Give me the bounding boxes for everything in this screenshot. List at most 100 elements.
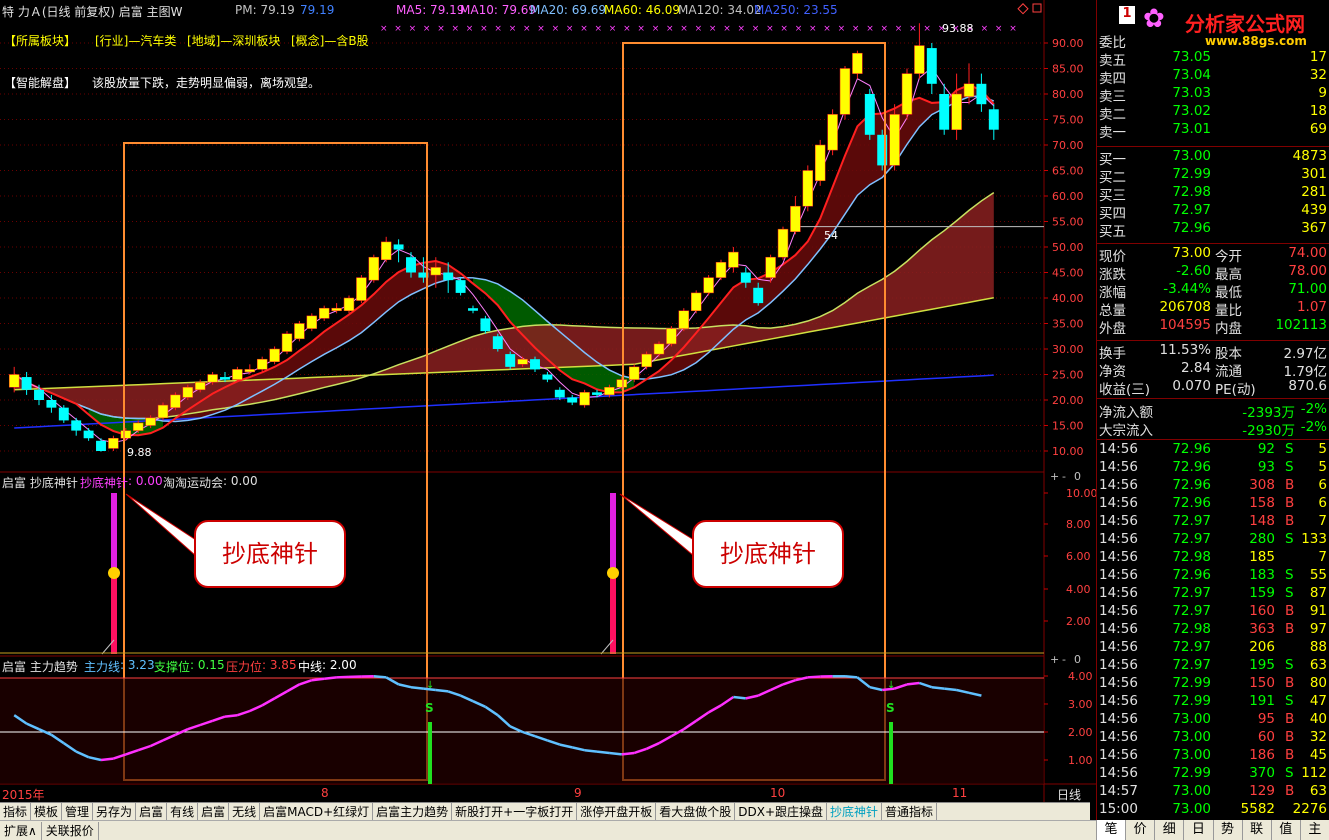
tick-row-13: 14:56 72.99 150 B 80 [1097, 675, 1329, 693]
low-price-label: 9.88 [127, 446, 152, 459]
industry-tag[interactable]: [行业]—汽车类 [95, 32, 176, 49]
analysis-text: 该股放量下跌，走势明显偏弱，离场观望。 [92, 76, 321, 90]
tick-row-8-cell: 159 [1249, 585, 1275, 601]
tick-row-10-cell: 72.98 [1172, 621, 1211, 637]
tick-row-11: 14:56 72.97 206 88 [1097, 639, 1329, 657]
y-tick-label: 25.00 [1052, 369, 1084, 382]
toolbar2-btn-1[interactable]: 关联报价 [42, 821, 99, 840]
fund-row-1-cell: 流通 [1215, 364, 1242, 380]
candle-body [579, 392, 590, 406]
tab-1[interactable]: 价 [1125, 820, 1154, 840]
concept-tag[interactable]: [概念]—含B股 [291, 32, 369, 49]
toolbar-btn-5[interactable]: 有线 [167, 802, 199, 821]
analysis-label: 【智能解盘】 [4, 76, 77, 90]
toolbar-btn-1[interactable]: 模板 [31, 802, 63, 821]
x-marker: × [795, 24, 803, 34]
fund-row-2-cell: 0.070 [1172, 378, 1211, 394]
period-label[interactable]: 日线 [1057, 786, 1081, 803]
tick-row-0: 14:56 72.96 92 S 5 [1097, 441, 1329, 459]
quote-row-1-cell: 涨跌 [1099, 267, 1126, 283]
separator [1097, 243, 1329, 244]
tick-row-2-cell: 14:56 [1099, 477, 1138, 493]
tab-5[interactable]: 联 [1241, 820, 1271, 840]
tab-7[interactable]: 主 [1299, 820, 1329, 840]
tick-row-11-cell: 88 [1309, 639, 1327, 655]
toolbar-btn-0[interactable]: 指标 [0, 802, 32, 821]
s-mark-1-bar [428, 722, 432, 784]
tick-row-4-cell: 14:56 [1099, 513, 1138, 529]
tick-row-14-cell: 72.99 [1172, 693, 1211, 709]
y-tick-label: 50.00 [1052, 241, 1084, 254]
tick-row-3-cell: 14:56 [1099, 495, 1138, 511]
tick-row-4-cell: B [1285, 513, 1295, 529]
toolbar-btn-3[interactable]: 另存为 [93, 802, 137, 821]
candle-body [455, 280, 466, 293]
tab-6[interactable]: 值 [1270, 820, 1300, 840]
tab-0[interactable]: 笔 [1096, 820, 1126, 840]
tick-row-6-cell: 72.98 [1172, 549, 1211, 565]
x-marker: × [909, 24, 917, 34]
sub2-l1: 主力线 [84, 660, 121, 674]
tick-row-4: 14:56 72.97 148 B 7 [1097, 513, 1329, 531]
ma250-label: MA250: 23.55 [754, 3, 838, 17]
toolbar-btn-10[interactable]: 新股打开+一字板打开 [452, 802, 578, 821]
sub2-v4: : 2.00 [322, 658, 357, 672]
buy-row-3: 买四 72.97 439 [1097, 202, 1329, 222]
sig1-top [111, 493, 117, 573]
toolbar-btn-4[interactable]: 启富 [136, 802, 168, 821]
candle-body [406, 257, 416, 273]
candle-body [827, 114, 838, 151]
kline-chart[interactable]: 90.00 85.00 80.00 75.00 70.00 65.00 60.00 55.00… [0, 0, 1096, 802]
sell-row-0-cell: 卖五 [1099, 53, 1126, 69]
sell-row-2-cell: 9 [1318, 85, 1327, 101]
buy-row-1-cell: 买二 [1099, 170, 1126, 186]
annotation-bubble-1: 抄底神针 [194, 520, 346, 588]
tick-row-0-cell: 14:56 [1099, 441, 1138, 457]
indicator-toolbar: 指标 模板 管理 另存为 启富 有线 启富 无线 启富MACD+红绿灯 启富主力趋势 新股打开+一字… [0, 802, 1090, 821]
x-marker: × [723, 24, 731, 34]
y-tick-label: 55.00 [1052, 216, 1084, 229]
toolbar-btn-12[interactable]: 看大盘做个股 [656, 802, 736, 821]
pm-label: PM: 79.19 [235, 3, 295, 17]
sub1-title: 启富 抄底神针 [2, 476, 78, 490]
toolbar-btn-11[interactable]: 涨停开盘开板 [577, 802, 657, 821]
region-tag[interactable]: [地域]—深圳板块 [187, 32, 280, 49]
buy-row-2-cell: 281 [1301, 184, 1327, 200]
sector-tag[interactable]: 【所属板块】 [4, 32, 76, 49]
tab-2[interactable]: 细 [1154, 820, 1183, 840]
tick-row-16-cell: 32 [1309, 729, 1327, 745]
s-mark-2-bar [889, 722, 893, 784]
flower-icon: ✿ [1143, 4, 1165, 34]
sub1-ctrl: 0 [1074, 470, 1081, 483]
toolbar-btn-9[interactable]: 启富主力趋势 [373, 802, 453, 821]
sub2-y-label: 2.00 [1068, 726, 1093, 739]
sub1-ctrl: + [1050, 470, 1059, 483]
tick-row-16-cell: 60 [1257, 729, 1275, 745]
pm-value: 79.19 [300, 3, 335, 17]
candle-body [567, 397, 578, 403]
candle-body [393, 244, 404, 250]
sell-row-0: 卖五 73.05 17 [1097, 49, 1329, 69]
tick-row-18: 14:56 72.99 370 S 112 [1097, 765, 1329, 783]
toolbar-btn-7[interactable]: 无线 [229, 802, 261, 821]
tab-3[interactable]: 日 [1183, 820, 1212, 840]
toolbar-btn-13[interactable]: DDX+跟庄操盘 [735, 802, 828, 821]
buy-row-1: 买二 72.99 301 [1097, 166, 1329, 186]
toolbar2-btn-0[interactable]: 扩展∧ [0, 821, 42, 840]
fund-row-0: 换手 11.53% 股本 2.97亿 [1097, 342, 1329, 362]
candle-body [814, 144, 826, 181]
toolbar-btn-8[interactable]: 启富MACD+红绿灯 [260, 802, 374, 821]
toolbar-btn-14[interactable]: 抄底神针 [827, 802, 883, 821]
x-marker: × [766, 24, 774, 34]
sig2-top [610, 493, 616, 573]
x-marker: × [823, 24, 831, 34]
toolbar-btn-15[interactable]: 普通指标 [882, 802, 938, 821]
candle-body [356, 277, 367, 301]
tick-row-1-cell: 93 [1257, 459, 1275, 475]
fund-row-2: 收益(三) 0.070 PE(动) 870.6 [1097, 378, 1329, 398]
tab-4[interactable]: 势 [1212, 820, 1242, 840]
toolbar-btn-2[interactable]: 管理 [62, 802, 94, 821]
candle-body [21, 377, 32, 390]
toolbar-btn-6[interactable]: 启富 [198, 802, 230, 821]
tick-row-10: 14:56 72.98 363 B 97 [1097, 621, 1329, 639]
